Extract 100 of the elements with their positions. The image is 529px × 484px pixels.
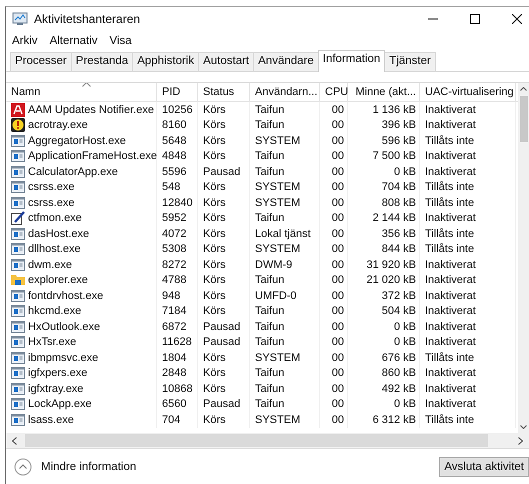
table-cell: dllhost.exe: [28, 243, 81, 256]
table-cell: csrss.exe: [28, 196, 74, 209]
table-cell: Tillåts inte: [425, 414, 474, 426]
table-cell: 00: [332, 367, 344, 380]
maximize-icon[interactable]: [470, 14, 480, 24]
tab[interactable]: Apphistorik: [132, 52, 200, 71]
window-icon: [11, 414, 25, 426]
window-icon: [11, 367, 25, 380]
window-icon: [11, 181, 25, 194]
table-cell: lsass.exe: [28, 414, 74, 426]
tab[interactable]: Processer: [10, 52, 72, 71]
table-cell: Taifun: [255, 367, 284, 380]
window-icon: [11, 258, 25, 271]
window-icon: [11, 398, 25, 410]
tab[interactable]: Autostart: [198, 52, 254, 71]
table-cell: Körs: [203, 243, 226, 256]
table-cell: 00: [332, 134, 344, 147]
table-cell: 00: [332, 150, 344, 162]
less-details-link[interactable]: Mindre information: [41, 461, 136, 473]
table-cell: 372 kB: [382, 290, 416, 302]
window-icon: [11, 352, 25, 364]
scroll-right-icon[interactable]: [518, 436, 523, 444]
table-cell: 504 kB: [382, 305, 416, 318]
column-header[interactable]: UAC-virtualisering: [425, 86, 514, 98]
table-cell: explorer.exe: [28, 274, 88, 286]
table-cell: Inaktiverat: [425, 119, 476, 132]
table-cell: Taifun: [255, 212, 284, 224]
tab[interactable]: Information: [318, 50, 386, 72]
table-cell: Körs: [203, 352, 226, 364]
table-cell: SYSTEM: [255, 414, 300, 426]
column-header[interactable]: Namn: [11, 86, 153, 98]
table-cell: Pausad: [203, 398, 240, 410]
table-cell: 00: [332, 382, 344, 395]
table-cell: 0 kB: [394, 320, 416, 333]
table-cell: HxTsr.exe: [28, 336, 76, 348]
table-cell: 6 312 kB: [372, 414, 416, 426]
table-cell: 10868: [162, 382, 193, 395]
scroll-left-icon[interactable]: [12, 436, 17, 444]
table-cell: Inaktiverat: [425, 104, 476, 116]
column-header[interactable]: Status: [203, 86, 246, 98]
scroll-thumb[interactable]: [25, 434, 488, 447]
table-cell: Inaktiverat: [425, 320, 476, 333]
table-cell: 0 kB: [394, 336, 416, 348]
table-cell: 00: [332, 398, 344, 410]
table-cell: 808 kB: [382, 196, 416, 209]
menu-item[interactable]: Alternativ: [50, 35, 98, 47]
table-cell: 00: [332, 414, 344, 426]
table-cell: Körs: [203, 212, 226, 224]
table-cell: AAM Updates Notifier.exe: [28, 104, 154, 116]
close-icon[interactable]: [512, 14, 522, 24]
scroll-down-icon[interactable]: [520, 425, 527, 429]
table-cell: Inaktiverat: [425, 305, 476, 318]
table-cell: Pausad: [203, 320, 240, 333]
table-cell: 21 020 kB: [366, 274, 416, 286]
column-header[interactable]: CPU: [325, 86, 348, 98]
table-cell: Körs: [203, 382, 226, 395]
table-cell: SYSTEM: [255, 243, 300, 256]
table-cell: 7184: [162, 305, 186, 318]
window-icon: [11, 320, 25, 333]
table-cell: 12840: [162, 196, 193, 209]
window-icon: [11, 228, 25, 240]
table-cell: AggregatorHost.exe: [28, 134, 126, 147]
table-cell: Taifun: [255, 274, 284, 286]
table-cell: 11628: [162, 336, 192, 348]
end-task-button[interactable]: Avsluta aktivitet: [439, 457, 529, 477]
tab[interactable]: Prestanda: [70, 52, 134, 71]
table-cell: 00: [332, 336, 344, 348]
column-header[interactable]: Minne (akt...: [353, 86, 416, 98]
table-cell: 4788: [162, 274, 186, 286]
menu-item[interactable]: Arkiv: [12, 35, 38, 47]
table-cell: Taifun: [255, 320, 284, 333]
table-cell: ibmpmsvc.exe: [28, 352, 98, 364]
tab[interactable]: Användare: [253, 52, 319, 71]
table-cell: dasHost.exe: [28, 228, 90, 240]
table-cell: Körs: [203, 305, 226, 318]
table-cell: Inaktiverat: [425, 336, 476, 348]
scroll-thumb[interactable]: [520, 96, 528, 142]
table-cell: 6872: [162, 320, 186, 333]
table-cell: 00: [332, 274, 344, 286]
table-cell: Taifun: [255, 336, 284, 348]
column-header[interactable]: Användarn...: [255, 86, 318, 98]
scroll-up-icon[interactable]: [520, 87, 527, 91]
table-cell: HxOutlook.exe: [28, 320, 100, 333]
table-cell: 00: [332, 228, 344, 240]
table-cell: Tillåts inte: [425, 181, 474, 194]
table-cell: Inaktiverat: [425, 166, 476, 178]
collapse-icon[interactable]: [14, 458, 32, 476]
table-cell: Pausad: [203, 336, 240, 348]
table-cell: 396 kB: [382, 119, 416, 132]
table-cell: Tillåts inte: [425, 228, 474, 240]
window-icon: [11, 196, 25, 209]
table-cell: 492 kB: [382, 382, 416, 395]
table-cell: CalculatorApp.exe: [28, 166, 118, 178]
menu-item[interactable]: Visa: [110, 35, 132, 47]
column-header[interactable]: PID: [162, 86, 194, 98]
table-cell: ApplicationFrameHost.exe: [28, 150, 158, 162]
table-cell: 2 144 kB: [372, 212, 416, 224]
tab[interactable]: Tjänster: [384, 52, 436, 71]
table-cell: 8272: [162, 258, 186, 271]
table-cell: LockApp.exe: [28, 398, 92, 410]
